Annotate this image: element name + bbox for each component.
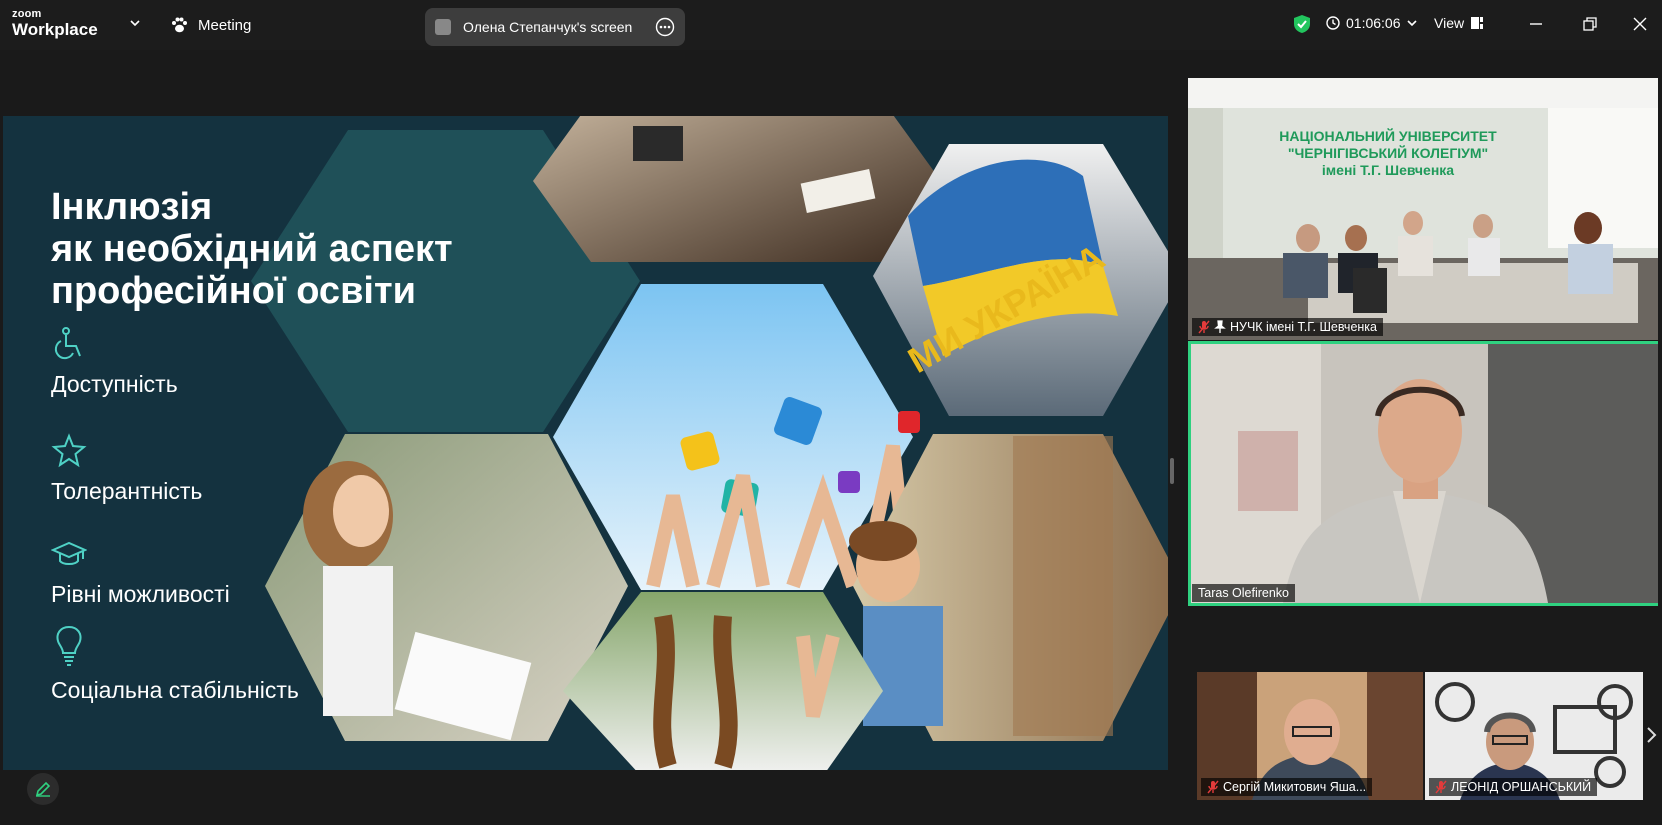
participant-name-label: Taras Olefirenko bbox=[1192, 584, 1296, 602]
shield-check-icon[interactable] bbox=[1293, 14, 1311, 34]
feature-label: Рівні можливості bbox=[51, 581, 230, 607]
girl-face-shape bbox=[333, 475, 389, 547]
participant-name: НУЧК імені Т.Г. Шевченка bbox=[1230, 320, 1377, 334]
lecture-hall-photo bbox=[533, 116, 941, 262]
meeting-label: Meeting bbox=[198, 16, 252, 34]
restore-window-icon[interactable] bbox=[1582, 16, 1598, 32]
slide-title-line: Інклюзія bbox=[51, 186, 213, 228]
video-tile-room[interactable]: НАЦІОНАЛЬНИЙ УНІВЕРСИТЕТ "ЧЕРНІГІВСЬКИЙ … bbox=[1188, 78, 1658, 340]
banner-line: НАЦІОНАЛЬНИЙ УНІВЕРСИТЕТ bbox=[1279, 128, 1497, 144]
slide-title-line: професійної освіти bbox=[51, 270, 416, 312]
meeting-menu[interactable]: Meeting bbox=[170, 16, 251, 34]
participant-name: ЛЕОНІД ОРШАНСЬКИЙ bbox=[1451, 780, 1592, 794]
puzzle-piece-red bbox=[898, 411, 920, 433]
mic-muted-icon bbox=[1207, 780, 1219, 794]
video-tile-thumbnail[interactable]: Сергій Микитович Яша... bbox=[1197, 672, 1423, 800]
university-banner: НАЦІОНАЛЬНИЙ УНІВЕРСИТЕТ "ЧЕРНІГІВСЬКИЙ … bbox=[1228, 128, 1548, 179]
annotate-button[interactable] bbox=[27, 773, 59, 805]
pen-icon bbox=[35, 781, 51, 797]
feature-tolerance: Толерантність bbox=[51, 433, 202, 505]
video-tile-active-speaker[interactable]: Taras Olefirenko bbox=[1188, 341, 1658, 606]
screen-share-indicator[interactable]: Олена Степанчук's screen bbox=[425, 8, 685, 46]
banner-line: "ЧЕРНІГІВСЬКИЙ КОЛЕГІУМ" bbox=[1287, 145, 1489, 161]
chevron-down-icon bbox=[1406, 20, 1417, 27]
boy-hair-shape bbox=[849, 521, 917, 561]
clock-icon bbox=[1326, 16, 1340, 30]
paw-icon bbox=[172, 17, 187, 33]
close-icon[interactable] bbox=[1632, 16, 1648, 32]
participant-name-label: НУЧК імені Т.Г. Шевченка bbox=[1192, 318, 1383, 336]
wheelchair-icon bbox=[54, 327, 81, 360]
view-button[interactable]: View bbox=[1434, 15, 1484, 31]
slide-title: Інклюзія як необхідний аспект професійно… bbox=[51, 186, 453, 312]
lightbulb-icon bbox=[56, 625, 82, 666]
presenter-avatar bbox=[435, 19, 451, 35]
minimize-icon[interactable] bbox=[1528, 16, 1544, 32]
feature-accessibility: Доступність bbox=[51, 326, 178, 398]
girl-shirt-shape bbox=[323, 566, 393, 716]
feature-label: Доступність bbox=[51, 371, 178, 397]
pin-icon bbox=[1214, 320, 1226, 333]
participant-name-label: Сергій Микитович Яша... bbox=[1201, 778, 1373, 796]
mic-muted-icon bbox=[1435, 780, 1447, 794]
logo-zoom-text: zoom bbox=[12, 8, 42, 20]
feature-social-stability: Соціальна стабільність bbox=[51, 624, 299, 704]
room-video bbox=[1188, 78, 1658, 340]
puzzle-piece-purple bbox=[838, 471, 860, 493]
logo-workplace-text: Workplace bbox=[12, 20, 98, 39]
banner-line: імені Т.Г. Шевченка bbox=[1321, 162, 1455, 178]
feature-label: Соціальна стабільність bbox=[51, 677, 299, 703]
zoom-workplace-logo[interactable]: zoom Workplace bbox=[12, 8, 98, 39]
laptop-shape bbox=[633, 126, 683, 161]
view-label: View bbox=[1434, 15, 1465, 31]
chevron-down-icon[interactable] bbox=[130, 18, 140, 28]
speaker-video bbox=[1191, 344, 1658, 603]
mic-muted-icon bbox=[1198, 320, 1210, 334]
share-label: Олена Степанчук's screen bbox=[463, 19, 633, 35]
participant-name-label: ЛЕОНІД ОРШАНСЬКИЙ bbox=[1429, 778, 1598, 796]
star-icon bbox=[51, 433, 87, 468]
slide-title-line: як необхідний аспект bbox=[51, 228, 453, 270]
feature-equal-opportunities: Рівні можливості bbox=[50, 536, 230, 608]
participant-name: Taras Olefirenko bbox=[1198, 586, 1290, 600]
panel-resize-handle[interactable] bbox=[1170, 458, 1174, 484]
video-tile-thumbnail[interactable]: ЛЕОНІД ОРШАНСЬКИЙ bbox=[1425, 672, 1643, 800]
bookshelf-shape bbox=[1013, 436, 1113, 736]
timer-value: 01:06:06 bbox=[1346, 15, 1401, 31]
more-options-icon[interactable] bbox=[655, 17, 675, 37]
grid-view-icon bbox=[1471, 17, 1484, 29]
feature-label: Толерантність bbox=[51, 478, 203, 504]
participant-name: Сергій Микитович Яша... bbox=[1223, 780, 1367, 794]
boy-shirt-shape bbox=[863, 606, 943, 726]
next-page-arrow-icon[interactable] bbox=[1645, 726, 1657, 744]
graduation-cap-icon bbox=[50, 541, 88, 565]
shared-slide: МИ УКРАЇНА Інклюзія як необхідний аспект… bbox=[3, 116, 1168, 770]
top-bar: zoom Workplace Meeting Олена Степанчук's… bbox=[0, 0, 1662, 50]
meeting-timer[interactable]: 01:06:06 bbox=[1326, 15, 1417, 31]
